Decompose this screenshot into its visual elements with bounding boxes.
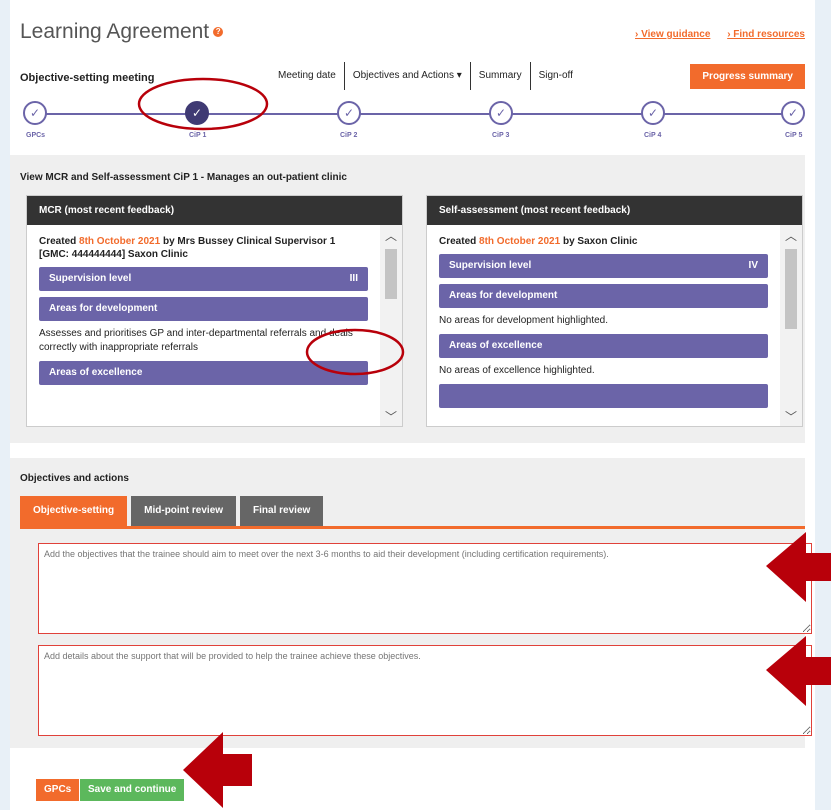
support-textarea[interactable] (38, 645, 812, 736)
page: Learning Agreement? › View guidance › Fi… (10, 0, 815, 810)
self-created-suffix: by Saxon Clinic (562, 236, 638, 247)
question-icon[interactable]: ? (213, 27, 224, 38)
mcr-created: Created 8th October 2021 by Mrs Bussey C… (39, 235, 368, 261)
step-label-cip5: CiP 5 (785, 132, 803, 139)
tab-final-review[interactable]: Final review (240, 496, 324, 526)
mcr-dev-label: Areas for development (49, 303, 158, 314)
self-excellence-label: Areas of excellence (449, 340, 543, 351)
step-cip1-check-icon[interactable]: ✓ (185, 101, 209, 125)
self-created-prefix: Created (439, 236, 477, 247)
step-label-gpcs: GPCs (26, 132, 46, 139)
objectives-tabs: Objective-setting Mid-point review Final… (20, 496, 327, 526)
self-created-date: 8th October 2021 (479, 236, 561, 247)
objectives-title: Objectives and actions (20, 473, 129, 484)
scroll-down-icon[interactable]: ﹀ (380, 408, 402, 424)
step-cip4-check-icon[interactable]: ✓ (641, 101, 665, 125)
step-cip2-check-icon[interactable]: ✓ (337, 101, 361, 125)
step-label-cip3: CiP 3 (492, 132, 510, 139)
self-created: Created 8th October 2021 by Saxon Clinic (439, 235, 768, 248)
gpcs-button[interactable]: GPCs (36, 779, 80, 801)
nav-objectives-actions[interactable]: Objectives and Actions ▾ (345, 62, 471, 90)
objectives-textarea[interactable] (38, 543, 812, 634)
scroll-up-icon[interactable]: ︿ (380, 227, 402, 243)
self-areas-excellence[interactable]: Areas of excellence (439, 334, 768, 358)
step-cip3-check-icon[interactable]: ✓ (489, 101, 513, 125)
page-title-text: Learning Agreement (20, 20, 210, 43)
mcr-scrollbar[interactable]: ︿ ﹀ (380, 225, 402, 426)
self-panel-body: Created 8th October 2021 by Saxon Clinic… (427, 225, 780, 426)
self-areas-development[interactable]: Areas for development (439, 284, 768, 308)
self-supervision-level[interactable]: Supervision level IV (439, 254, 768, 278)
mcr-panel-body: Created 8th October 2021 by Mrs Bussey C… (27, 225, 380, 426)
tab-underline (20, 526, 805, 529)
meeting-subnav: Meeting date Objectives and Actions ▾ Su… (270, 62, 581, 90)
mcr-supervision-label: Supervision level (49, 273, 132, 284)
page-title: Learning Agreement? (20, 20, 224, 44)
save-continue-button[interactable]: Save and continue (80, 779, 185, 801)
mcr-supervision-level[interactable]: Supervision level III (39, 267, 368, 291)
tab-objective-setting[interactable]: Objective-setting (20, 496, 128, 526)
self-scrollbar[interactable]: ︿ ﹀ (780, 225, 802, 426)
step-cip5-check-icon[interactable]: ✓ (781, 101, 805, 125)
mcr-dev-text: Assesses and prioritises GP and inter-de… (39, 328, 353, 353)
progress-line (35, 113, 790, 115)
step-gpcs-check-icon[interactable]: ✓ (23, 101, 47, 125)
view-guidance-link[interactable]: › View guidance (635, 29, 710, 40)
mcr-scroll-thumb[interactable] (385, 249, 397, 299)
view-section: View MCR and Self-assessment CiP 1 - Man… (10, 155, 805, 443)
mcr-areas-development[interactable]: Areas for development (39, 297, 368, 321)
step-label-cip4: CiP 4 (644, 132, 662, 139)
mcr-panel: MCR (most recent feedback) Created 8th O… (26, 195, 403, 427)
scroll-down-icon[interactable]: ﹀ (780, 408, 802, 424)
step-label-cip1: CiP 1 (189, 132, 207, 139)
mcr-panel-heading: MCR (most recent feedback) (27, 196, 402, 225)
self-panel-heading: Self-assessment (most recent feedback) (427, 196, 802, 225)
mcr-areas-excellence[interactable]: Areas of excellence (39, 361, 368, 385)
self-assessment-panel: Self-assessment (most recent feedback) C… (426, 195, 803, 427)
nav-sign-off[interactable]: Sign-off (531, 62, 581, 90)
find-resources-link[interactable]: › Find resources (727, 29, 805, 40)
mcr-excellence-label: Areas of excellence (49, 367, 143, 378)
mcr-created-date: 8th October 2021 (79, 236, 161, 247)
view-title: View MCR and Self-assessment CiP 1 - Man… (20, 172, 347, 183)
self-dev-text: No areas for development highlighted. (439, 315, 608, 326)
self-next-bar[interactable] (439, 384, 768, 408)
mcr-created-prefix: Created (39, 236, 77, 247)
meeting-label: Objective-setting meeting (20, 72, 155, 84)
self-excellence-text: No areas of excellence highlighted. (439, 365, 595, 376)
self-supervision-value: IV (748, 260, 758, 271)
step-label-cip2: CiP 2 (340, 132, 358, 139)
self-dev-label: Areas for development (449, 290, 558, 301)
progress-summary-button[interactable]: Progress summary (690, 64, 805, 89)
nav-summary[interactable]: Summary (471, 62, 531, 90)
self-scroll-thumb[interactable] (785, 249, 797, 329)
scroll-up-icon[interactable]: ︿ (780, 227, 802, 243)
top-links: › View guidance › Find resources (621, 29, 805, 40)
tab-mid-point-review[interactable]: Mid-point review (131, 496, 237, 526)
nav-meeting-date[interactable]: Meeting date (270, 62, 345, 90)
mcr-supervision-value: III (349, 273, 358, 284)
self-supervision-label: Supervision level (449, 260, 532, 271)
